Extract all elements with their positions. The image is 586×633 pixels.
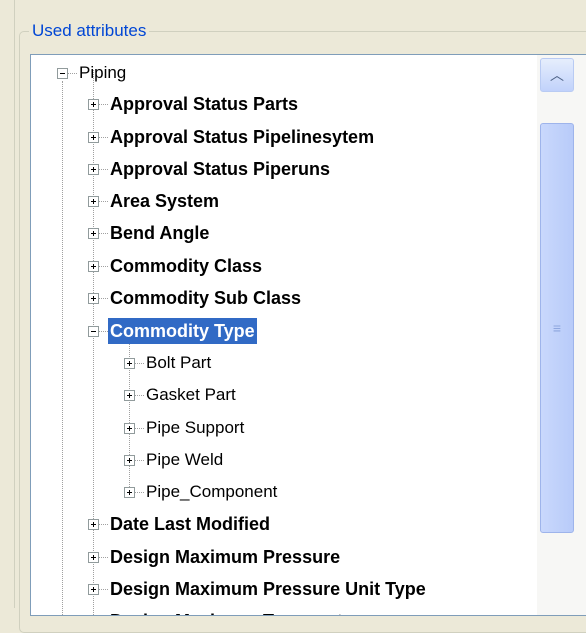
tree-node-label: Approval Status Piperuns xyxy=(110,159,331,179)
tree-node-label: Commodity Class xyxy=(110,256,263,276)
tree-node-child[interactable]: Pipe Weld xyxy=(124,445,225,475)
tree-connector xyxy=(99,556,108,558)
tree-connector xyxy=(135,459,144,461)
tree-node-label: Pipe Weld xyxy=(146,450,224,469)
tree-connector xyxy=(99,136,108,138)
tree-connector xyxy=(99,297,108,299)
tree-node-label: Bend Angle xyxy=(110,223,210,243)
tree-connector xyxy=(135,394,144,396)
tree-node-root[interactable]: Piping xyxy=(57,58,128,88)
tree-node-label: Commodity Sub Class xyxy=(110,288,302,308)
tree-node-attribute[interactable]: Commodity Sub Class xyxy=(88,283,303,313)
expand-icon[interactable] xyxy=(88,260,99,272)
tree-node-label: Design Maximum Pressure Unit Type xyxy=(110,579,426,599)
tree-connector xyxy=(99,523,108,525)
tree-node-label: Approval Status Pipelinesytem xyxy=(110,127,375,147)
tree-node-attribute-selected[interactable]: Commodity Type xyxy=(88,316,257,346)
tree-node-label: Pipe_Component xyxy=(146,482,278,501)
tree-node-label: Pipe Support xyxy=(146,418,245,437)
expand-icon[interactable] xyxy=(88,227,99,239)
expand-icon[interactable] xyxy=(124,454,135,466)
tree-node-child[interactable]: Gasket Part xyxy=(124,380,238,410)
chevron-up-icon[interactable]: ︿ xyxy=(540,58,574,92)
collapse-icon[interactable] xyxy=(57,67,68,79)
expand-icon[interactable] xyxy=(88,131,99,143)
expand-icon[interactable] xyxy=(88,163,99,175)
expand-icon[interactable] xyxy=(88,518,99,530)
tree-connector xyxy=(99,588,108,590)
tree-node-child[interactable]: Pipe Support xyxy=(124,413,246,443)
expand-icon[interactable] xyxy=(88,616,99,617)
tree-node-attribute[interactable]: Design Maximum Pressure xyxy=(88,542,342,572)
tree-node-attribute[interactable]: Approval Status Pipelinesytem xyxy=(88,122,376,152)
tree-node-attribute[interactable]: Date Last Modified xyxy=(88,509,272,539)
expand-icon[interactable] xyxy=(88,195,99,207)
left-panel-edge xyxy=(0,0,15,608)
expand-icon[interactable] xyxy=(124,486,135,498)
expand-icon[interactable] xyxy=(124,389,135,401)
tree-node-label: Date Last Modified xyxy=(110,514,271,534)
vertical-scrollbar[interactable]: ︿ ≡ xyxy=(537,55,586,615)
tree-line-root xyxy=(62,81,63,615)
tree-connector xyxy=(99,265,108,267)
expand-icon[interactable] xyxy=(124,357,135,369)
expand-icon[interactable] xyxy=(88,98,99,110)
tree-connector xyxy=(68,72,77,74)
grip-lines-icon: ≡ xyxy=(552,320,562,336)
expand-icon[interactable] xyxy=(124,422,135,434)
tree-node-label: Design Maximum Pressure xyxy=(110,547,341,567)
tree-connector xyxy=(99,330,108,332)
tree-node-child[interactable]: Bolt Part xyxy=(124,348,213,378)
tree-node-label: Gasket Part xyxy=(146,385,236,404)
attribute-tree[interactable]: Piping Approval Status Parts Approval St… xyxy=(30,54,586,616)
expand-icon[interactable] xyxy=(88,583,99,595)
collapse-icon[interactable] xyxy=(88,325,99,337)
tree-connector xyxy=(99,168,108,170)
tree-node-label: Area System xyxy=(110,191,220,211)
tree-node-child[interactable]: Pipe_Component xyxy=(124,477,279,507)
tree-node-attribute[interactable]: Area System xyxy=(88,186,221,216)
tree-node-attribute[interactable]: Bend Angle xyxy=(88,218,211,248)
tree-node-label: Bolt Part xyxy=(146,353,212,372)
tree-connector xyxy=(99,103,108,105)
tree-node-attribute[interactable]: Approval Status Parts xyxy=(88,89,300,119)
tree-connector xyxy=(99,200,108,202)
tree-node-attribute[interactable]: Design Maximum Pressure Unit Type xyxy=(88,574,428,604)
tree-node-label: Commodity Type xyxy=(108,318,257,344)
tree-node-attribute[interactable]: Approval Status Piperuns xyxy=(88,154,332,184)
tree-content: Piping Approval Status Parts Approval St… xyxy=(31,55,537,615)
tree-connector xyxy=(135,427,144,429)
tree-node-label: Approval Status Parts xyxy=(110,94,299,114)
scrollbar-thumb[interactable]: ≡ xyxy=(540,123,574,533)
tree-node-label: Piping xyxy=(79,63,127,82)
tree-connector xyxy=(99,232,108,234)
tree-connector xyxy=(135,491,144,493)
expand-icon[interactable] xyxy=(88,292,99,304)
expand-icon[interactable] xyxy=(88,551,99,563)
group-legend: Used attributes xyxy=(29,19,150,43)
tree-node-label: Design Maximum Temperature xyxy=(108,608,373,615)
tree-node-attribute[interactable]: Commodity Class xyxy=(88,251,264,281)
tree-connector xyxy=(135,362,144,364)
